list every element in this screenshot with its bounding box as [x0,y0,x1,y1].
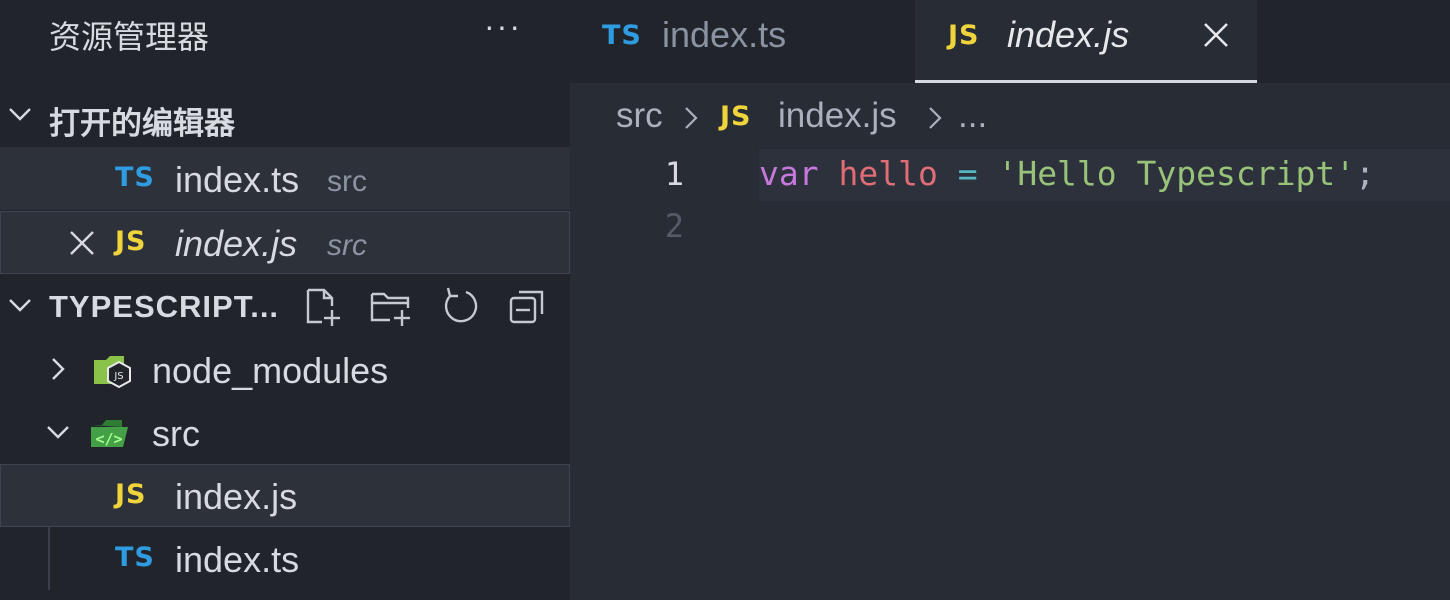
chevron-right-icon [685,107,698,129]
editor-tabs: TS index.ts JS index.js [570,0,1450,83]
project-actions [300,284,560,328]
chevron-down-icon [9,108,31,121]
project-label: TYPESCRIPT... [49,289,280,324]
explorer-sidebar: 资源管理器 ··· 打开的编辑器 TS index.ts src JS inde… [0,0,570,600]
breadcrumb-file[interactable]: index.js [778,96,897,136]
collapse-all-icon[interactable] [506,284,550,328]
open-editor-item-index-ts[interactable]: TS index.ts src [0,147,570,210]
punctuation-token: ; [1355,154,1375,193]
tab-index-js[interactable]: JS index.js [915,0,1257,83]
project-header[interactable]: TYPESCRIPT... [0,274,570,337]
breadcrumb-folder[interactable]: src [616,96,663,136]
svg-text:JS: JS [113,371,123,382]
src-folder-icon: </> [91,420,128,448]
tree-item-index-js[interactable]: JS index.js [0,464,570,527]
open-editor-filename: index.js [175,223,298,264]
tab-index-ts[interactable]: TS index.ts [570,0,914,83]
tab-label: index.ts [662,14,787,55]
js-file-icon: JS [948,20,980,51]
open-editor-item-index-js[interactable]: JS index.js src [0,211,570,274]
line-number: 2 [664,207,684,245]
chevron-down-icon [9,299,31,312]
more-actions-icon[interactable]: ··· [484,8,522,45]
folder-name: src [152,413,200,454]
open-editors-label: 打开的编辑器 [49,106,235,141]
operator-token: = [957,154,978,193]
string-token: 'Hello Typescript' [997,154,1356,193]
new-file-icon[interactable] [300,284,344,328]
refresh-icon[interactable] [438,284,482,328]
js-file-icon: JS [115,226,147,257]
js-file-icon: JS [115,479,147,510]
breadcrumb-symbols[interactable]: ... [958,96,987,136]
open-editors-header[interactable]: 打开的编辑器 [0,83,570,146]
ts-file-icon: TS [115,542,155,573]
ts-file-icon: TS [602,20,642,51]
node-folder-icon: JS [94,356,131,389]
chevron-right-icon [929,107,942,129]
code-line: 1 var hello = 'Hello Typescript'; [570,149,1450,201]
line-content: var hello = 'Hello Typescript'; [759,154,1375,193]
close-icon[interactable] [1201,20,1231,50]
code-editor[interactable]: 1 var hello = 'Hello Typescript'; 2 [570,149,1450,600]
file-name: index.js [175,476,298,517]
tab-label: index.js [1007,14,1130,55]
svg-text:</>: </> [95,430,122,448]
folder-name: node_modules [152,350,389,391]
code-line: 2 [570,201,1450,253]
file-name: index.ts [175,539,300,580]
tree-item-src[interactable]: </> src [0,401,570,464]
close-icon[interactable] [68,229,96,257]
identifier-token: hello [838,154,938,193]
explorer-title: 资源管理器 [49,19,210,55]
js-file-icon: JS [720,101,752,132]
open-editor-dir: src [327,229,367,262]
explorer-title-bar: 资源管理器 ··· [0,0,570,83]
open-editor-dir: src [327,165,367,198]
chevron-down-icon [47,426,69,439]
ts-file-icon: TS [115,162,155,193]
chevron-right-icon [52,358,65,380]
line-number: 1 [664,155,684,193]
new-folder-icon[interactable] [368,284,412,328]
open-editor-filename: index.ts [175,159,300,200]
tree-item-node-modules[interactable]: JS node_modules [0,338,570,401]
keyword-token: var [759,154,819,193]
breadcrumb: src JS index.js ... [570,83,1450,149]
tree-item-index-ts[interactable]: TS index.ts [0,527,570,590]
